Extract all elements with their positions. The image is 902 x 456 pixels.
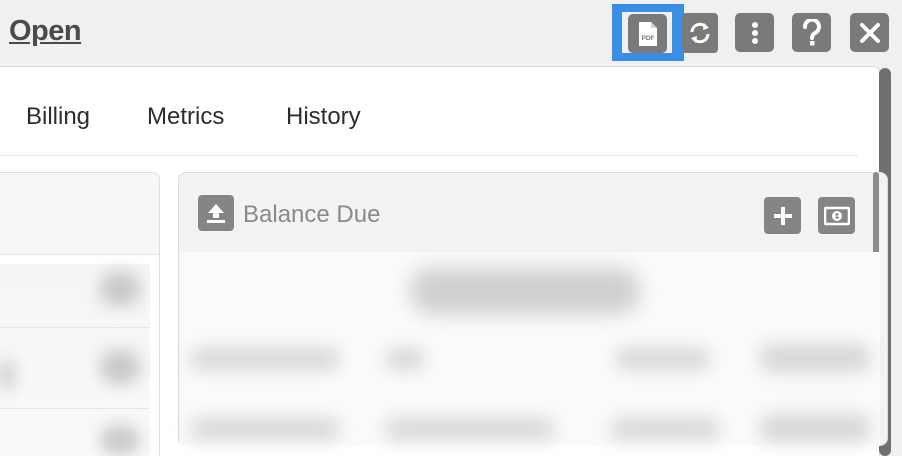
blurred-cell: [0, 360, 14, 390]
payment-button[interactable]: [818, 197, 855, 234]
blurred-cell: [610, 418, 720, 440]
blurred-cell: [385, 348, 425, 370]
plus-icon: [773, 206, 792, 225]
tab-metrics[interactable]: Metrics: [147, 103, 224, 131]
question-icon: [802, 18, 821, 45]
page-title[interactable]: Open: [9, 15, 82, 48]
tab-billing[interactable]: Billing: [26, 103, 90, 131]
add-button[interactable]: [764, 197, 801, 234]
close-icon: [859, 22, 880, 43]
pdf-button[interactable]: PDF: [628, 14, 667, 53]
blurred-cell: [760, 414, 870, 442]
pdf-badge: PDF: [641, 35, 654, 42]
pdf-icon: PDF: [638, 21, 657, 46]
refresh-button[interactable]: [682, 13, 718, 53]
left-card-header: [0, 173, 159, 255]
blurred-amount: [410, 268, 640, 314]
blurred-cell: [190, 418, 340, 440]
row-divider: [0, 408, 150, 409]
upload-button[interactable]: [198, 195, 234, 231]
vertical-dots-icon: [751, 21, 758, 44]
close-button[interactable]: [850, 13, 889, 52]
refresh-icon: [690, 22, 710, 44]
blurred-cell: [385, 418, 555, 440]
card-scrollbar[interactable]: [873, 172, 879, 254]
blurred-cell: [100, 350, 140, 384]
help-button[interactable]: [792, 13, 831, 52]
blurred-cell: [615, 348, 710, 370]
upload-icon: [207, 204, 225, 223]
blurred-cell: [760, 344, 870, 372]
tab-history[interactable]: History: [286, 103, 361, 131]
more-options-button[interactable]: [735, 13, 774, 52]
blurred-cell: [190, 348, 340, 370]
blurred-cell: [100, 272, 140, 306]
row-divider: [0, 327, 150, 328]
balance-due-title: Balance Due: [243, 201, 381, 228]
money-icon: [823, 206, 850, 225]
tabs-divider: [0, 155, 858, 156]
blurred-cell: [100, 425, 140, 455]
